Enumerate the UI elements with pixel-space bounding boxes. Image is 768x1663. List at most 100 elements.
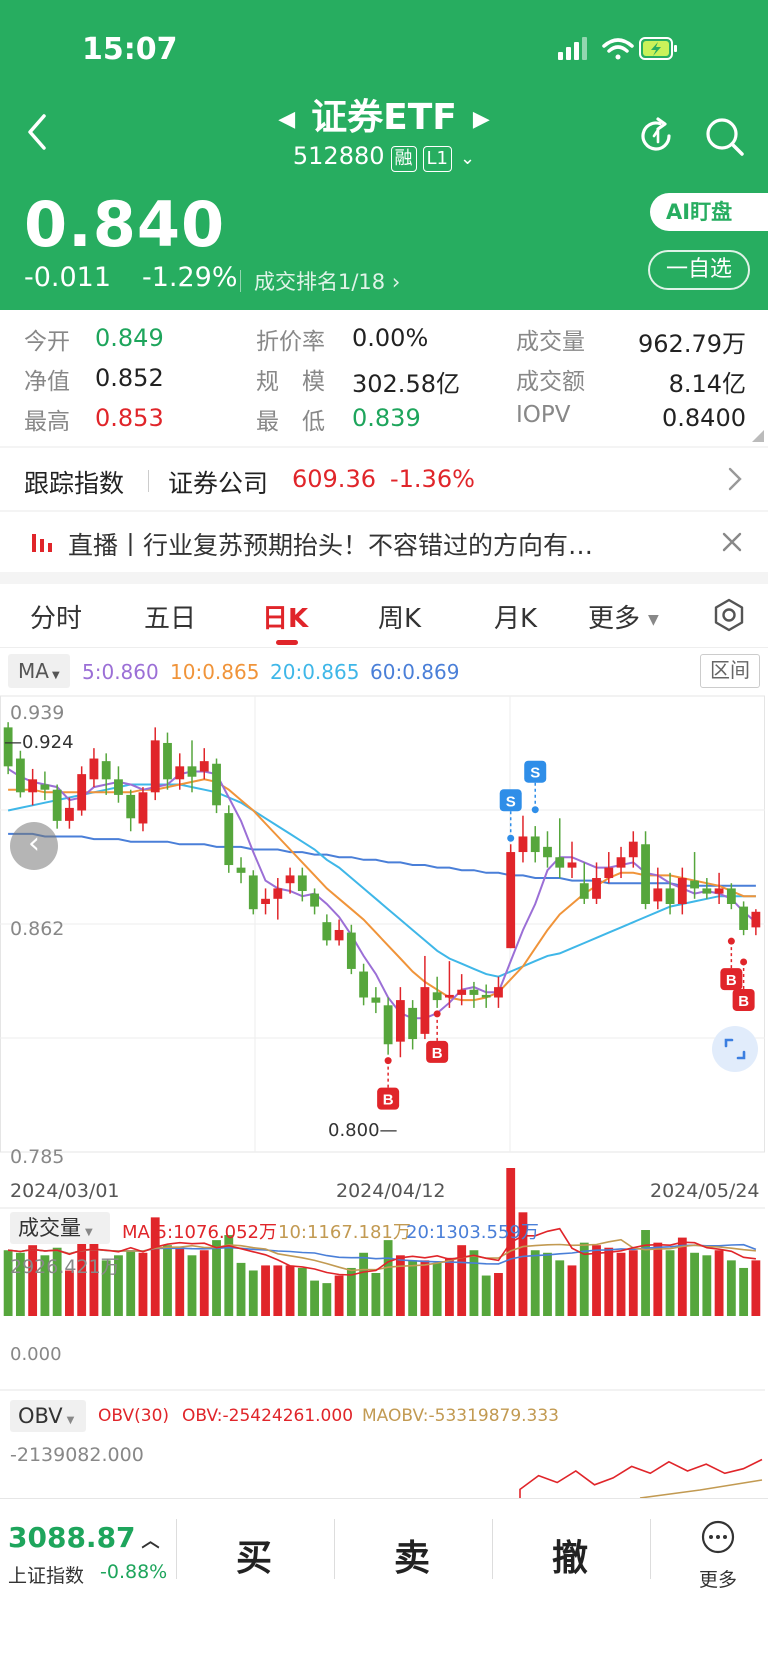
ai-watch-button[interactable]: AI盯盘	[650, 193, 768, 231]
candle-body	[469, 989, 479, 995]
chart-area[interactable]: MA ▼ 5:0.860 10:0.865 20:0.865 60:0.869 区…	[0, 648, 768, 1498]
candle-body	[52, 789, 62, 821]
tab-daily-k[interactable]: 日K	[262, 598, 308, 635]
refresh-icon[interactable]	[636, 116, 676, 156]
min-price-label: 0.800—	[328, 1120, 398, 1141]
caret-down-icon: ▼	[66, 1415, 75, 1426]
sell-button[interactable]: 卖	[394, 1529, 430, 1581]
obv-param: OBV(30)	[98, 1406, 170, 1426]
caret-up-icon: ︿	[141, 1531, 160, 1552]
status-icons	[558, 37, 677, 60]
prev-fund-icon[interactable]: ◀	[278, 107, 295, 132]
candle-body	[481, 994, 491, 998]
buy-button[interactable]: 买	[236, 1529, 272, 1581]
price-change: -0.011	[24, 262, 112, 293]
battery-icon	[639, 37, 677, 60]
volume-bar	[567, 1265, 577, 1316]
candle-body	[310, 893, 319, 907]
price-axis-top: 0.939	[10, 702, 65, 724]
close-icon[interactable]	[720, 530, 744, 554]
margin-tag: 融	[390, 146, 417, 172]
search-icon[interactable]	[704, 116, 746, 158]
volume-bar	[494, 1273, 503, 1316]
stat-label: 成交额	[516, 369, 585, 395]
volume-bar	[677, 1237, 687, 1316]
period-tabs: 分时 五日 日K 周K 月K 更多 ▼	[0, 584, 768, 648]
tab-five-day[interactable]: 五日	[144, 598, 196, 635]
kline-chart[interactable]: BBSSBB	[0, 648, 768, 1498]
sell-signal-label: S	[506, 793, 516, 810]
volume-bar	[641, 1230, 650, 1316]
tracking-index-value-text: 609.36	[292, 465, 376, 493]
tracking-index-change-text: -1.36%	[390, 465, 475, 493]
buy-signal-label: B	[738, 993, 749, 1010]
more-label: 更多	[698, 1569, 737, 1591]
candle-body	[285, 875, 295, 884]
settings-icon[interactable]	[712, 598, 746, 632]
chevron-right-icon: ›	[385, 270, 401, 294]
candle-body	[248, 875, 258, 910]
next-fund-icon[interactable]: ▶	[473, 107, 490, 132]
tab-weekly-k[interactable]: 周K	[378, 598, 421, 635]
cancel-order-button[interactable]: 撤	[552, 1529, 588, 1581]
candle-body	[346, 932, 356, 969]
stat-value-volume: 962.79万	[638, 330, 746, 358]
status-time: 15:07	[82, 32, 178, 67]
stat-label: 最高	[24, 409, 70, 435]
tab-more[interactable]: 更多 ▼	[588, 598, 659, 635]
market-index-value[interactable]: 3088.87 ︿	[8, 1521, 160, 1554]
tab-more-label: 更多	[588, 604, 641, 634]
stat-value-high: 0.853	[95, 404, 164, 432]
volume-bar	[126, 1250, 136, 1316]
volume-rank[interactable]: 成交排名1/18 ›	[254, 266, 400, 296]
candle-body	[322, 922, 332, 941]
volume-bar	[163, 1245, 172, 1316]
buy-signal-label: B	[383, 1092, 394, 1109]
active-tab-indicator	[276, 640, 298, 645]
signal-dot	[507, 834, 515, 842]
sell-signal-label: S	[530, 765, 540, 782]
volume-bar	[543, 1252, 552, 1316]
stat-label: 规 模	[256, 369, 325, 395]
candle-body	[518, 836, 528, 853]
candle-body	[592, 878, 601, 899]
add-watchlist-button[interactable]: 一自选	[648, 250, 750, 290]
volume-bar	[297, 1267, 307, 1316]
obv-line	[519, 1458, 763, 1498]
candle-body	[690, 880, 699, 889]
volume-bar	[445, 1257, 454, 1316]
volume-bar	[420, 1260, 430, 1316]
volume-selector[interactable]: 成交量 ▼	[10, 1212, 110, 1244]
volume-bar	[714, 1250, 724, 1316]
candle-body	[567, 862, 577, 868]
expand-corner-icon[interactable]	[752, 430, 764, 442]
tab-monthly-k[interactable]: 月K	[494, 598, 537, 635]
volume-bar	[653, 1242, 663, 1316]
max-price-label: —0.924	[4, 732, 74, 753]
scroll-left-button[interactable]: ‹	[10, 822, 58, 870]
obv-selector[interactable]: OBV ▼	[10, 1400, 86, 1432]
volume-bar	[187, 1255, 197, 1316]
more-icon	[701, 1520, 735, 1554]
candle-body	[28, 779, 38, 793]
volume-selector-label: 成交量	[18, 1216, 81, 1240]
volume-bar	[432, 1262, 442, 1316]
volume-bar	[616, 1252, 626, 1316]
live-banner[interactable]: 直播丨行业复苏预期抬头！不容错过的方向有…	[0, 512, 768, 572]
tab-intraday[interactable]: 分时	[30, 598, 82, 635]
stat-value-discount: 0.00%	[352, 324, 429, 352]
candle-body	[187, 766, 197, 777]
candle-body	[665, 888, 675, 904]
maobv-value: MAOBV:-53319879.333	[362, 1406, 560, 1426]
tracking-index-row[interactable]: 跟踪指数 证券公司 609.36 -1.36%	[0, 448, 768, 510]
fund-code: 512880	[292, 142, 385, 170]
volume-bar	[481, 1275, 491, 1316]
more-button[interactable]: 更多	[688, 1519, 748, 1599]
fullscreen-button[interactable]	[712, 1026, 758, 1072]
last-price: 0.840	[24, 188, 226, 261]
volume-bar	[702, 1255, 712, 1316]
candle-body	[212, 763, 221, 806]
candle-body	[297, 875, 307, 892]
candle-body	[555, 857, 565, 868]
signal-dot	[740, 958, 748, 966]
